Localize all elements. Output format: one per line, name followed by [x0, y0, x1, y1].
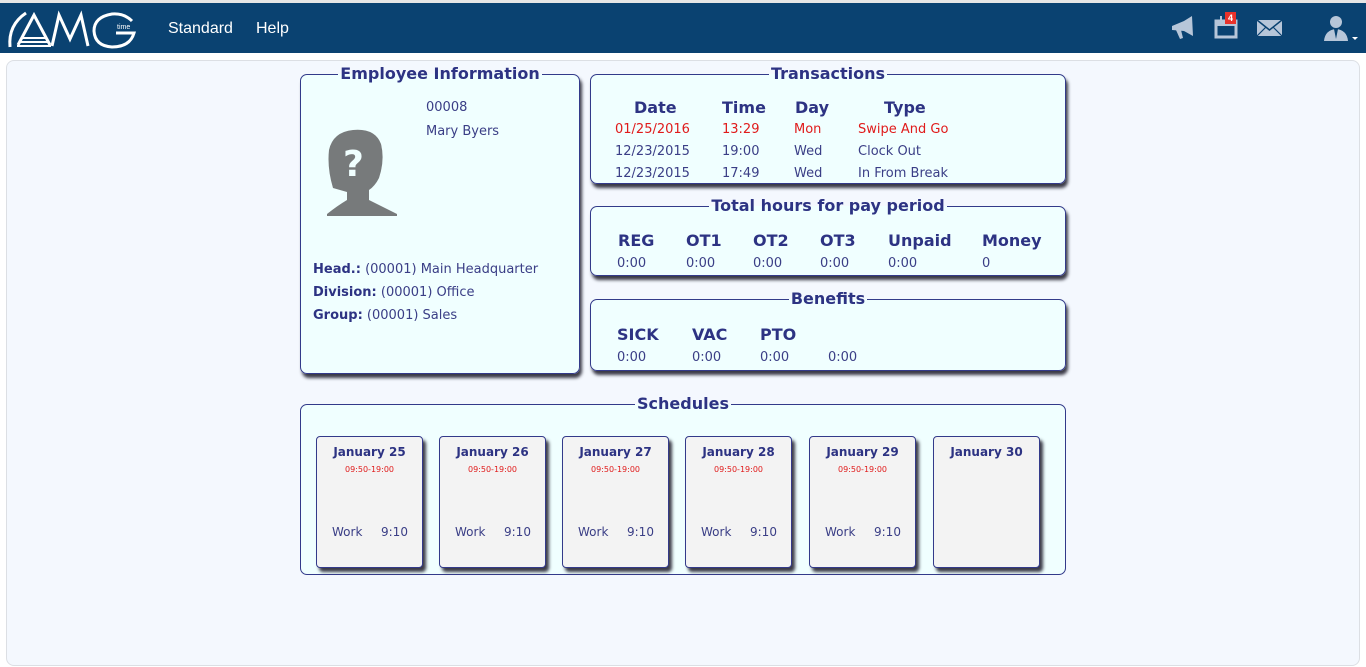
column-header-day: Day: [795, 98, 830, 117]
column-header-time: Time: [722, 98, 766, 117]
schedule-day-card[interactable]: January 30: [933, 436, 1040, 568]
nav-help[interactable]: Help: [256, 20, 289, 38]
transaction-type: In From Break: [858, 166, 949, 181]
transaction-day: Wed: [794, 166, 823, 181]
transaction-type: Swipe And Go: [858, 122, 949, 137]
schedule-date: January 25: [333, 445, 406, 459]
schedule-date: January 30: [950, 445, 1023, 459]
totals-value-ot2: 0:00: [753, 256, 783, 271]
totals-value-ot1: 0:00: [686, 256, 716, 271]
employee-information-panel: Employee Information 00008 Mary Byers ? …: [300, 66, 580, 374]
schedule-hours: 9:10: [504, 525, 531, 539]
employee-name: Mary Byers: [426, 124, 500, 139]
transaction-day: Mon: [794, 122, 822, 137]
column-header-date: Date: [634, 98, 677, 117]
schedule-hours: 9:10: [750, 525, 777, 539]
totals-header-ot3: OT3: [820, 231, 856, 250]
schedule-type: Work: [332, 525, 363, 539]
megaphone-icon[interactable]: [1168, 13, 1198, 43]
schedule-day-card[interactable]: January 29 09:50-19:00 Work 9:10: [809, 436, 916, 568]
schedule-hours: 9:10: [627, 525, 654, 539]
top-navigation-bar: time Standard Help 4: [0, 0, 1366, 53]
schedule-type: Work: [701, 525, 732, 539]
transaction-date: 12/23/2015: [615, 144, 690, 159]
nav-standard[interactable]: Standard: [168, 20, 233, 38]
field-division: Division: (00001) Office: [313, 285, 474, 300]
transaction-type: Clock Out: [858, 144, 922, 159]
schedule-day-card[interactable]: January 27 09:50-19:00 Work 9:10: [562, 436, 669, 568]
schedule-date: January 26: [456, 445, 529, 459]
field-group-value: (00001) Sales: [366, 308, 458, 323]
schedule-time-range: 09:50-19:00: [468, 465, 517, 474]
panel-title: Schedules: [637, 394, 729, 413]
totals-value-reg: 0:00: [617, 256, 647, 271]
calendar-badge: 4: [1225, 12, 1236, 24]
schedule-time-range: 09:50-19:00: [838, 465, 887, 474]
transaction-time: 17:49: [722, 166, 760, 181]
transaction-day: Wed: [794, 144, 823, 159]
schedule-day-card[interactable]: January 25 09:50-19:00 Work 9:10: [316, 436, 423, 568]
panel-title: Total hours for pay period: [711, 196, 945, 215]
envelope-icon[interactable]: [1255, 13, 1285, 43]
totals-header-ot1: OT1: [686, 231, 722, 250]
schedules-panel: Schedules January 25 09:50-19:00 Work 9:…: [300, 396, 1066, 575]
benefits-header-sick: SICK: [617, 325, 659, 344]
totals-header-unpaid: Unpaid: [888, 231, 952, 250]
totals-value-unpaid: 0:00: [888, 256, 918, 271]
schedule-day-card[interactable]: January 26 09:50-19:00 Work 9:10: [439, 436, 546, 568]
field-group: Group: (00001) Sales: [313, 308, 457, 323]
benefits-value-vac: 0:00: [692, 350, 722, 365]
schedule-hours: 9:10: [874, 525, 901, 539]
employee-id: 00008: [426, 100, 468, 115]
field-head-label: Head.:: [313, 262, 361, 277]
panel-title: Employee Information: [340, 64, 540, 83]
panel-title: Benefits: [790, 289, 866, 308]
schedule-time-range: 09:50-19:00: [345, 465, 394, 474]
svg-text:?: ?: [343, 144, 364, 185]
chevron-down-icon: [1352, 37, 1358, 40]
benefits-value-sick: 0:00: [617, 350, 647, 365]
benefits-value-other: 0:00: [828, 350, 858, 365]
schedule-date: January 28: [702, 445, 775, 459]
totals-value-money: 0: [982, 256, 991, 271]
benefits-value-pto: 0:00: [760, 350, 790, 365]
benefits-header-vac: VAC: [692, 325, 728, 344]
amg-time-logo[interactable]: time: [4, 9, 142, 51]
field-division-label: Division:: [313, 285, 377, 300]
unknown-person-icon: ?: [323, 128, 398, 216]
total-hours-panel: Total hours for pay period REG OT1 OT2 O…: [590, 198, 1066, 276]
benefits-header-pto: PTO: [760, 325, 797, 344]
totals-value-ot3: 0:00: [820, 256, 850, 271]
schedule-time-range: 09:50-19:00: [591, 465, 640, 474]
schedule-time-range: 09:50-19:00: [714, 465, 763, 474]
schedule-date: January 27: [579, 445, 652, 459]
transactions-panel: Transactions Date Time Day Type 01/25/20…: [590, 66, 1066, 184]
transaction-time: 13:29: [722, 122, 760, 137]
totals-header-reg: REG: [618, 231, 655, 250]
column-header-type: Type: [884, 98, 926, 117]
transaction-date: 12/23/2015: [615, 166, 690, 181]
benefits-panel: Benefits SICK VAC PTO 0:00 0:00 0:00 0:0…: [590, 291, 1066, 371]
user-icon: [1324, 16, 1358, 41]
calendar-icon[interactable]: 4: [1212, 12, 1242, 43]
user-menu[interactable]: [1320, 13, 1360, 43]
totals-header-money: Money: [982, 231, 1042, 250]
transaction-time: 19:00: [722, 144, 760, 159]
schedule-type: Work: [578, 525, 609, 539]
totals-header-ot2: OT2: [753, 231, 789, 250]
transaction-date: 01/25/2016: [615, 122, 690, 137]
schedule-day-card[interactable]: January 28 09:50-19:00 Work 9:10: [685, 436, 792, 568]
panel-title: Transactions: [770, 64, 886, 83]
schedule-type: Work: [825, 525, 856, 539]
field-division-value: (00001) Office: [380, 285, 475, 300]
field-group-label: Group:: [313, 308, 363, 323]
schedule-type: Work: [455, 525, 486, 539]
field-head: Head.: (00001) Main Headquarter: [313, 262, 538, 277]
schedule-hours: 9:10: [381, 525, 408, 539]
field-head-value: (00001) Main Headquarter: [365, 262, 539, 277]
svg-text:time: time: [117, 24, 130, 31]
schedule-date: January 29: [826, 445, 899, 459]
logo-graphic: time: [8, 10, 136, 49]
